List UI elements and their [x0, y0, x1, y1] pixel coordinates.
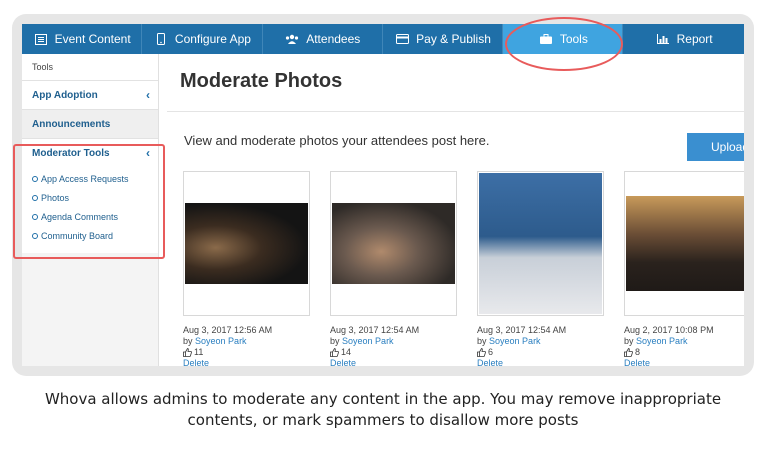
caption-line: Whova allows admins to moderate any cont… — [44, 390, 722, 408]
sidebar-item-label: Announcements — [32, 118, 111, 130]
chevron-left-icon: ‹ — [146, 88, 150, 102]
phone-icon — [153, 33, 169, 45]
like-count: 6 — [488, 347, 494, 357]
photo-card: Aug 3, 2017 12:54 AM by Soyeon Park 14 D… — [330, 171, 457, 366]
moderator-tools-submenu: App Access Requests Photos Agenda Commen… — [22, 167, 158, 253]
photo-card: Aug 2, 2017 10:08 PM by Soyeon Park 8 De… — [624, 171, 744, 366]
delete-link[interactable]: Delete — [330, 358, 457, 366]
upload-photo-button[interactable]: Upload P — [687, 133, 744, 161]
sidebar-subitem-agenda-comments[interactable]: Agenda Comments — [32, 207, 158, 226]
like-count: 14 — [341, 347, 352, 357]
bar-chart-icon — [655, 33, 671, 45]
sidebar-item-label: App Adoption — [32, 89, 98, 101]
sidebar-item-moderator-tools[interactable]: Moderator Tools ‹ — [22, 138, 158, 167]
sidebar-subitem-photos[interactable]: Photos — [32, 188, 158, 207]
photo-image — [626, 196, 744, 291]
photo-image — [332, 203, 455, 284]
screenshot-frame: Event Content Configure App Attendees Pa… — [12, 14, 754, 376]
top-navigation: Event Content Configure App Attendees Pa… — [22, 24, 744, 54]
photo-date: Aug 2, 2017 10:08 PM — [624, 325, 714, 335]
photo-likes: 14 — [330, 347, 457, 357]
tab-label: Pay & Publish — [416, 32, 491, 46]
author-link[interactable]: Soyeon Park — [636, 336, 688, 346]
sidebar: Tools App Adoption ‹ Announcements Moder… — [22, 54, 159, 366]
caption: Whova allows admins to moderate any cont… — [0, 389, 766, 431]
sidebar-subitem-app-access-requests[interactable]: App Access Requests — [32, 169, 158, 188]
tab-attendees[interactable]: Attendees — [263, 24, 383, 54]
photo-byline: by Soyeon Park — [477, 336, 604, 346]
chevron-left-icon: ‹ — [146, 146, 150, 160]
tab-label: Tools — [559, 32, 588, 46]
list-icon — [33, 33, 49, 45]
photo-thumbnail-frame[interactable] — [183, 171, 310, 316]
thumbs-up-icon — [183, 347, 192, 357]
caption-line: contents, or mark spammers to disallow m… — [187, 411, 579, 429]
photo-thumbnail-frame[interactable] — [477, 171, 604, 316]
tab-label: Report — [676, 32, 713, 46]
tab-event-content[interactable]: Event Content — [22, 24, 143, 54]
photo-thumbnail-frame[interactable] — [624, 171, 744, 316]
main-content: Moderate Photos View and moderate photos… — [159, 54, 744, 366]
sidebar-item-announcements[interactable]: Announcements — [22, 109, 158, 138]
by-prefix: by — [477, 336, 487, 346]
photo-image — [185, 203, 308, 284]
photo-likes: 6 — [477, 347, 604, 357]
tab-label: Event Content — [54, 32, 131, 46]
breadcrumb: Tools — [22, 54, 158, 80]
photo-card: Aug 3, 2017 12:56 AM by Soyeon Park 11 D… — [183, 171, 310, 366]
page-title: Moderate Photos — [180, 70, 343, 92]
circle-bullet-icon — [32, 175, 38, 182]
photo-byline: by Soyeon Park — [183, 336, 310, 346]
tab-report[interactable]: Report — [623, 24, 743, 54]
sidebar-item-label: Moderator Tools — [32, 147, 110, 159]
author-link[interactable]: Soyeon Park — [342, 336, 394, 346]
photo-likes: 8 — [624, 347, 744, 357]
delete-link[interactable]: Delete — [624, 358, 744, 366]
like-count: 11 — [194, 347, 204, 357]
tab-label: Configure App — [174, 32, 251, 46]
tab-label: Attendees — [306, 32, 361, 46]
thumbs-up-icon — [330, 347, 339, 357]
sidebar-item-app-adoption[interactable]: App Adoption ‹ — [22, 80, 158, 109]
delete-link[interactable]: Delete — [183, 358, 310, 366]
thumbs-up-icon — [477, 347, 486, 357]
tab-configure-app[interactable]: Configure App — [142, 24, 263, 54]
tab-tools[interactable]: Tools — [503, 24, 624, 54]
circle-bullet-icon — [32, 194, 38, 201]
delete-link[interactable]: Delete — [477, 358, 604, 366]
photo-thumbnail-frame[interactable] — [330, 171, 457, 316]
author-link[interactable]: Soyeon Park — [489, 336, 541, 346]
sidebar-subitem-label: Community Board — [41, 230, 114, 241]
photo-byline: by Soyeon Park — [624, 336, 744, 346]
photo-image — [479, 173, 602, 314]
page-description: View and moderate photos your attendees … — [184, 133, 490, 148]
photo-date: Aug 3, 2017 12:56 AM — [183, 325, 273, 335]
people-icon — [284, 33, 300, 45]
divider — [167, 111, 744, 112]
by-prefix: by — [183, 336, 193, 346]
photo-date: Aug 3, 2017 12:54 AM — [477, 325, 567, 335]
circle-bullet-icon — [32, 232, 38, 239]
thumbs-up-icon — [624, 347, 633, 357]
by-prefix: by — [624, 336, 634, 346]
tab-pay-publish[interactable]: Pay & Publish — [383, 24, 504, 54]
photo-date: Aug 3, 2017 12:54 AM — [330, 325, 420, 335]
circle-bullet-icon — [32, 213, 38, 220]
photo-likes: 11 — [183, 347, 310, 357]
author-link[interactable]: Soyeon Park — [195, 336, 247, 346]
sidebar-subitem-label: Photos — [41, 192, 70, 203]
sidebar-subitem-label: App Access Requests — [41, 173, 129, 184]
photo-card: Aug 3, 2017 12:54 AM by Soyeon Park 6 De… — [477, 171, 604, 366]
photo-byline: by Soyeon Park — [330, 336, 457, 346]
briefcase-icon — [538, 33, 554, 45]
by-prefix: by — [330, 336, 340, 346]
like-count: 8 — [635, 347, 641, 357]
credit-card-icon — [394, 33, 410, 45]
sidebar-subitem-label: Agenda Comments — [41, 211, 119, 222]
app-window: Event Content Configure App Attendees Pa… — [22, 24, 744, 366]
sidebar-subitem-community-board[interactable]: Community Board — [32, 226, 158, 245]
